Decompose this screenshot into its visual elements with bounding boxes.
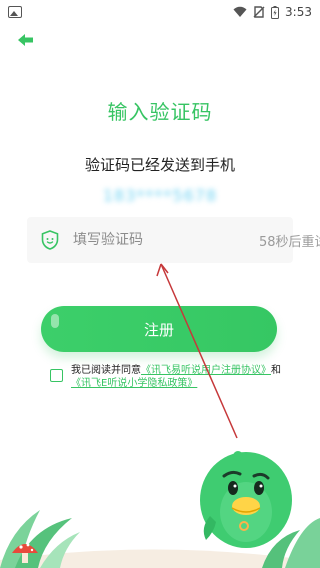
privacy-policy-link[interactable]: 《讯飞E听说小学隐私政策》 — [71, 378, 197, 389]
verification-code-input[interactable] — [73, 225, 247, 255]
verification-code-box: 58秒后重试 — [27, 217, 320, 263]
back-button[interactable] — [12, 30, 40, 54]
register-button[interactable]: 注册 — [41, 306, 277, 352]
agreement-checkbox[interactable] — [50, 369, 63, 382]
bird-mascot — [200, 451, 292, 548]
wifi-icon — [233, 6, 247, 18]
agreement-prefix: 我已阅读并同意 — [71, 365, 141, 376]
agreement-text: 我已阅读并同意《讯飞易听说用户注册协议》和《讯飞E听说小学隐私政策》 — [71, 364, 290, 390]
user-agreement-link[interactable]: 《讯飞易听说用户注册协议》 — [141, 365, 271, 376]
info-text: 验证码已经发送到手机 — [84, 156, 235, 174]
status-time: 3:53 — [285, 5, 312, 19]
mascot-illustration — [0, 451, 320, 568]
agreement-conjunction: 和 — [271, 365, 281, 376]
battery-icon — [271, 5, 280, 19]
shield-icon — [41, 228, 59, 252]
phone-number: 183****5678 — [102, 186, 218, 205]
resend-countdown-button[interactable]: 58秒后重试 — [259, 231, 320, 250]
image-icon — [8, 6, 22, 18]
arrow-left-icon — [16, 32, 36, 52]
status-bar: 3:53 — [0, 0, 320, 24]
sim-disabled-icon — [253, 6, 265, 18]
page-title: 输入验证码 — [107, 100, 213, 124]
agreement-row: 我已阅读并同意《讯飞易听说用户注册协议》和《讯飞E听说小学隐私政策》 — [50, 364, 290, 390]
